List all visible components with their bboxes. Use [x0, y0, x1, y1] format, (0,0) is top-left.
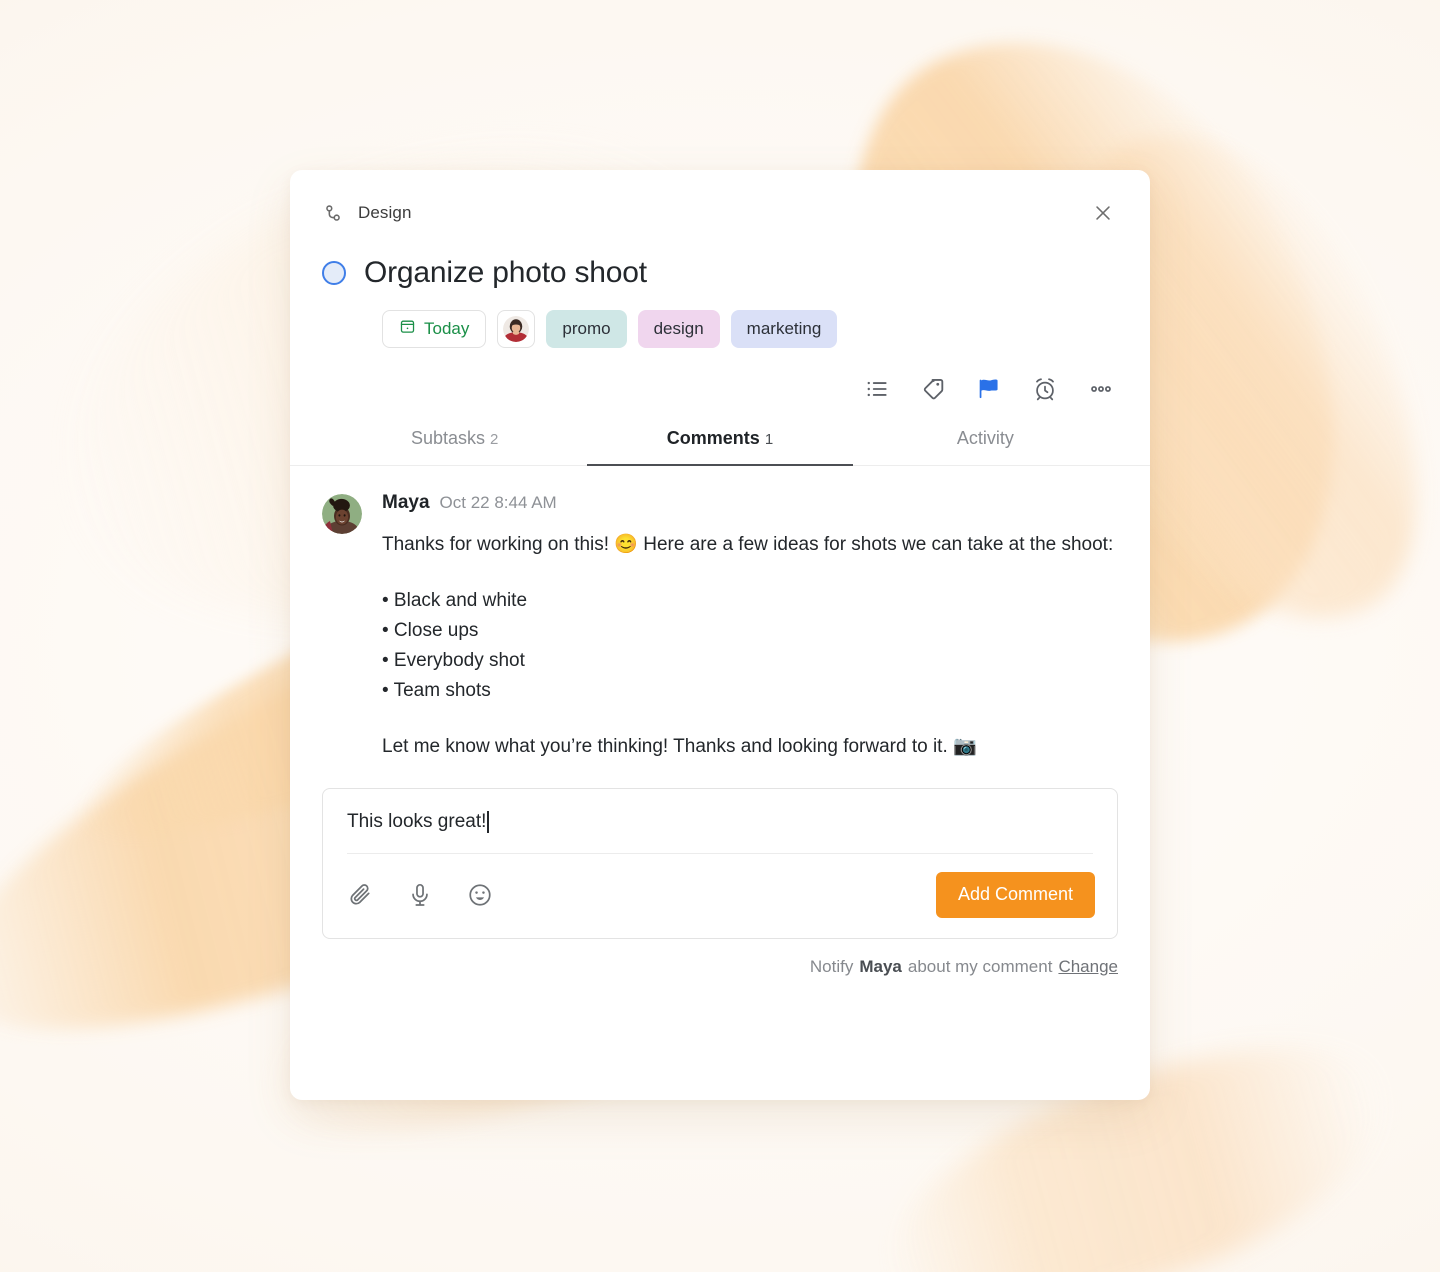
close-icon[interactable] — [1088, 198, 1118, 228]
emoji-smiley-icon[interactable] — [467, 882, 493, 908]
more-options-icon[interactable] — [1088, 376, 1114, 402]
priority-flag-icon[interactable] — [976, 376, 1002, 402]
comment-input-value: This looks great! — [347, 810, 487, 832]
task-title-row: Organize photo shoot — [322, 256, 1118, 290]
tab-label: Comments — [666, 428, 760, 448]
tab-count: 1 — [764, 431, 774, 448]
comment-item: Maya Oct 22 8:44 AM Thanks for working o… — [322, 492, 1118, 758]
assignee-button[interactable] — [497, 310, 536, 348]
notify-footer: Notify Maya about my comment Change — [322, 957, 1118, 977]
due-date-label: Today — [424, 319, 470, 338]
list-item: • Close ups — [382, 619, 479, 641]
calendar-icon — [399, 318, 416, 340]
comment-input[interactable]: This looks great! — [323, 789, 1117, 853]
text-cursor — [487, 810, 489, 833]
list-item: • Black and white — [382, 589, 528, 611]
comment-content: Maya Oct 22 8:44 AM Thanks for working o… — [382, 492, 1118, 758]
avatar — [503, 316, 530, 342]
list-item: • Team shots — [382, 679, 491, 701]
reminder-alarm-icon[interactable] — [1032, 376, 1058, 402]
tab-label: Activity — [956, 428, 1014, 448]
composer-toolbar: Add Comment — [323, 854, 1117, 938]
tab-label: Subtasks — [410, 428, 485, 448]
tag-marketing[interactable]: marketing — [730, 310, 838, 348]
list-item: • Everybody shot — [382, 649, 525, 671]
subtask-list-icon[interactable] — [864, 376, 890, 402]
breadcrumb: Design — [322, 198, 1118, 228]
voice-microphone-icon[interactable] — [407, 882, 433, 908]
tab-count: 2 — [490, 431, 499, 448]
comment-author-avatar — [322, 494, 362, 534]
tag-promo[interactable]: promo — [546, 310, 627, 348]
due-date-pill[interactable]: Today — [382, 310, 487, 348]
tag-design[interactable]: design — [637, 310, 720, 348]
comment-header: Maya Oct 22 8:44 AM — [382, 492, 1118, 514]
tag-label: marketing — [746, 319, 822, 338]
notify-prefix: Notify — [809, 956, 854, 976]
tab-comments[interactable]: Comments 1 — [587, 428, 853, 466]
add-comment-button[interactable]: Add Comment — [935, 871, 1095, 918]
comments-panel: Maya Oct 22 8:44 AM Thanks for working o… — [290, 466, 1150, 1100]
notify-change-link[interactable]: Change — [1058, 957, 1118, 977]
page-title: Organize photo shoot — [364, 256, 647, 289]
comment-composer: This looks great! Add Comment — [322, 787, 1118, 939]
tab-subtasks[interactable]: Subtasks 2 — [322, 428, 587, 465]
tag-label: promo — [562, 319, 611, 338]
comment-timestamp: Oct 22 8:44 AM — [439, 493, 557, 512]
task-detail-modal: Design Organize photo shoot Today promo … — [290, 170, 1150, 1100]
attachment-paperclip-icon[interactable] — [347, 882, 373, 908]
comment-closing-line: Let me know what you’re thinking! Thanks… — [382, 735, 977, 757]
comment-paragraph: Thanks for working on this! 😊 Here are a… — [382, 534, 1114, 555]
task-meta-row: Today promo design marketing — [382, 310, 1118, 348]
tab-activity[interactable]: Activity — [853, 428, 1118, 465]
breadcrumb-project-label[interactable]: Design — [358, 203, 412, 223]
task-checkbox-circle[interactable] — [322, 261, 346, 285]
comment-bullet-list: • Black and white • Close ups • Everybod… — [382, 586, 1118, 706]
task-toolbar — [322, 372, 1118, 406]
detail-tabs: Subtasks 2 Comments 1 Activity — [290, 428, 1150, 466]
label-tag-icon[interactable] — [920, 376, 946, 402]
workflow-nodes-icon — [322, 202, 344, 224]
tag-label: design — [653, 319, 704, 338]
notify-person: Maya — [859, 956, 902, 976]
notify-suffix: about my comment — [907, 956, 1053, 976]
comment-author-name: Maya — [382, 492, 430, 513]
modal-header: Design Organize photo shoot Today promo … — [290, 170, 1150, 466]
